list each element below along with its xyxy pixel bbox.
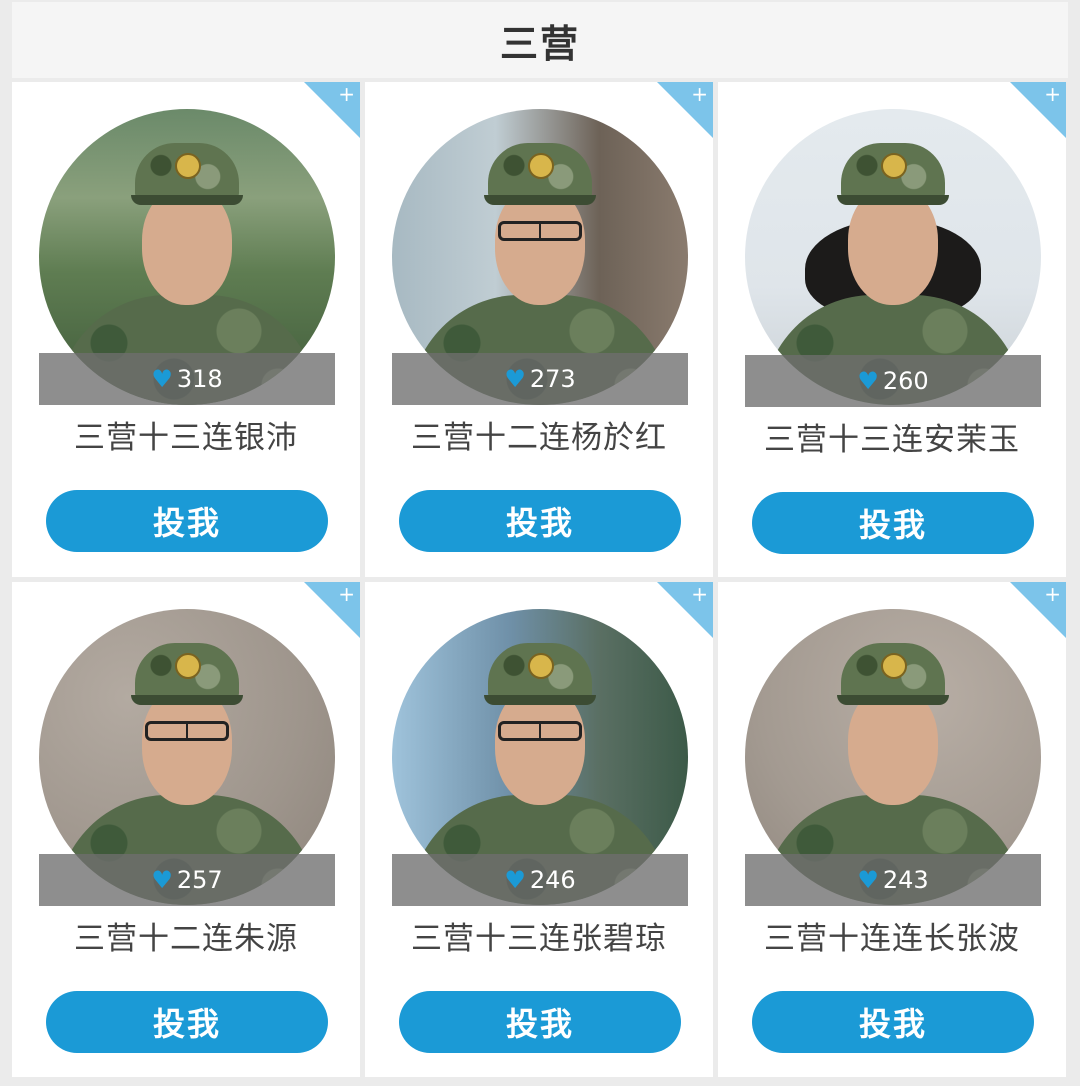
vote-count: 246 bbox=[529, 866, 576, 894]
candidate-card[interactable]: + ♥ 260 三营十三连安茉玉 投我 bbox=[718, 82, 1066, 577]
candidate-name: 三营十连连长张波 bbox=[764, 921, 1020, 957]
candidate-name: 三营十三连银沛 bbox=[74, 420, 298, 456]
vote-count-bar: ♥ 257 bbox=[39, 854, 335, 906]
vote-count-bar: ♥ 246 bbox=[392, 854, 688, 906]
candidate-card[interactable]: + ♥ 243 三营十连连长张波 投我 bbox=[718, 582, 1066, 1077]
vote-button[interactable]: 投我 bbox=[752, 492, 1034, 554]
heart-icon: ♥ bbox=[857, 367, 879, 395]
plus-icon[interactable]: + bbox=[1044, 583, 1061, 605]
candidate-card[interactable]: + ♥ 273 三营十二连杨於红 投我 bbox=[365, 82, 713, 577]
candidate-name: 三营十三连张碧琼 bbox=[411, 921, 667, 957]
vote-count: 260 bbox=[882, 367, 929, 395]
vote-button[interactable]: 投我 bbox=[399, 490, 681, 552]
plus-icon[interactable]: + bbox=[338, 83, 355, 105]
vote-count-bar: ♥ 243 bbox=[745, 854, 1041, 906]
vote-count: 273 bbox=[529, 365, 576, 393]
candidate-name: 三营十二连朱源 bbox=[74, 921, 298, 957]
heart-icon: ♥ bbox=[151, 866, 173, 894]
heart-icon: ♥ bbox=[504, 866, 526, 894]
candidate-card[interactable]: + ♥ 246 三营十三连张碧琼 投我 bbox=[365, 582, 713, 1077]
vote-count: 243 bbox=[882, 866, 929, 894]
candidate-name: 三营十二连杨於红 bbox=[411, 420, 667, 456]
vote-button[interactable]: 投我 bbox=[752, 991, 1034, 1053]
vote-count: 318 bbox=[176, 365, 223, 393]
vote-button[interactable]: 投我 bbox=[46, 991, 328, 1053]
heart-icon: ♥ bbox=[857, 866, 879, 894]
plus-icon[interactable]: + bbox=[1044, 83, 1061, 105]
page: 三营 + ♥ 318 三营十三连银沛 投我 + ♥ 273 三营十二连杨於红 投… bbox=[12, 2, 1068, 1086]
plus-icon[interactable]: + bbox=[691, 583, 708, 605]
section-title: 三营 bbox=[12, 2, 1068, 78]
candidate-name: 三营十三连安茉玉 bbox=[764, 422, 1020, 458]
heart-icon: ♥ bbox=[151, 365, 173, 393]
vote-count-bar: ♥ 318 bbox=[39, 353, 335, 405]
vote-count-bar: ♥ 273 bbox=[392, 353, 688, 405]
candidate-card[interactable]: + ♥ 257 三营十二连朱源 投我 bbox=[12, 582, 360, 1077]
plus-icon[interactable]: + bbox=[691, 83, 708, 105]
vote-button[interactable]: 投我 bbox=[46, 490, 328, 552]
heart-icon: ♥ bbox=[504, 365, 526, 393]
vote-count-bar: ♥ 260 bbox=[745, 355, 1041, 407]
plus-icon[interactable]: + bbox=[338, 583, 355, 605]
vote-button[interactable]: 投我 bbox=[399, 991, 681, 1053]
candidate-card[interactable]: + ♥ 318 三营十三连银沛 投我 bbox=[12, 82, 360, 577]
vote-count: 257 bbox=[176, 866, 223, 894]
